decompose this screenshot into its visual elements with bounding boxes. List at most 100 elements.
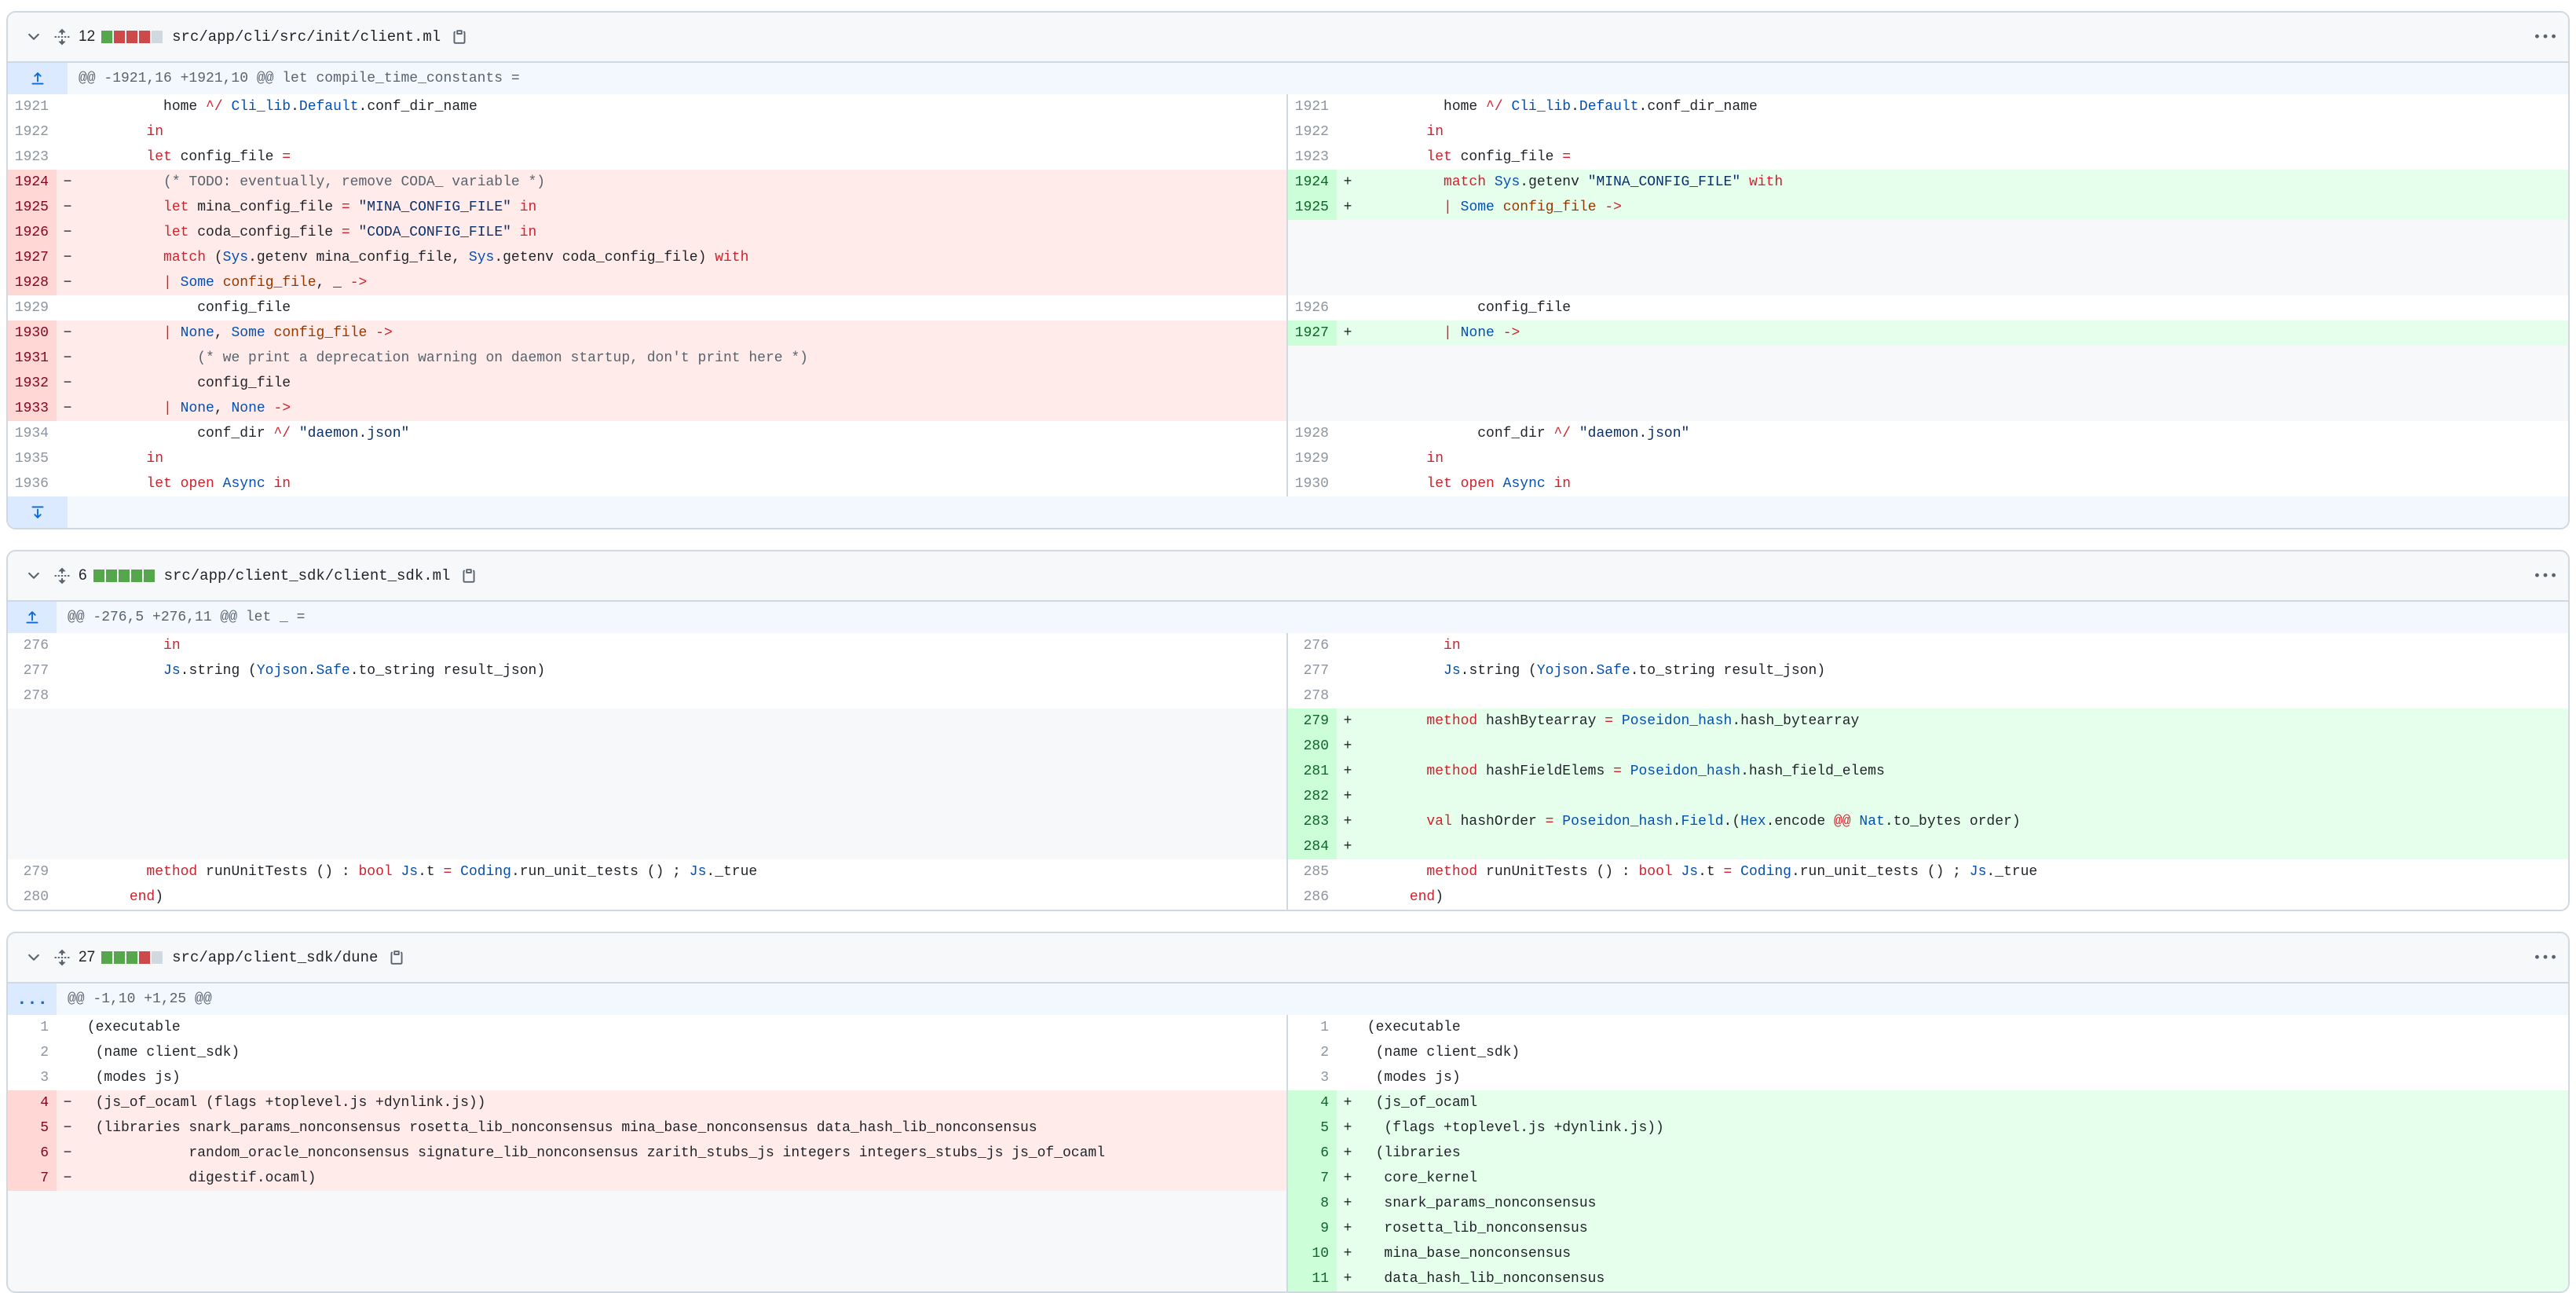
line-number[interactable]: 1922	[8, 119, 57, 145]
line-number[interactable]: 1923	[8, 145, 57, 170]
line-number[interactable]: 5	[1288, 1115, 1337, 1141]
line-number[interactable]: 1925	[8, 195, 57, 220]
line-number[interactable]: 1921	[1288, 94, 1337, 119]
addition-marker: +	[1343, 839, 1352, 855]
line-number[interactable]: 278	[8, 683, 57, 709]
line-number[interactable]: 284	[1288, 834, 1337, 859]
code-text: (modes js)	[79, 1070, 181, 1086]
diff-row: 1936 let open Async in 1930 let open Asyn…	[8, 471, 2568, 496]
kebab-icon[interactable]	[2535, 947, 2556, 968]
diff-row: 278 278	[8, 683, 2568, 709]
file-path[interactable]: src/app/client_sdk/client_sdk.ml	[164, 567, 451, 584]
unfold-icon[interactable]	[53, 28, 71, 46]
line-number[interactable]: 5	[8, 1115, 57, 1141]
chevron-down-icon[interactable]	[25, 28, 42, 46]
line-number[interactable]: 276	[8, 633, 57, 658]
line-number[interactable]: 7	[1288, 1166, 1337, 1191]
line-number[interactable]: 276	[1288, 633, 1337, 658]
line-number[interactable]: 1	[8, 1015, 57, 1040]
line-number[interactable]: 278	[1288, 683, 1337, 709]
line-number[interactable]: 8	[1288, 1191, 1337, 1216]
line-number[interactable]: 1928	[8, 270, 57, 295]
chevron-down-icon[interactable]	[25, 567, 42, 584]
addition-marker: +	[1343, 738, 1352, 754]
line-number[interactable]: 1921	[8, 94, 57, 119]
line-number[interactable]: 3	[1288, 1065, 1337, 1090]
line-number[interactable]: 1922	[1288, 119, 1337, 145]
line-number[interactable]: 277	[1288, 658, 1337, 683]
code-text: in	[163, 638, 181, 654]
diff-row: 277 Js.string (Yojson.Safe.to_string res…	[8, 658, 2568, 683]
line-number[interactable]: 6	[8, 1141, 57, 1166]
line-number[interactable]: 2	[1288, 1040, 1337, 1065]
copy-icon[interactable]	[389, 950, 404, 965]
line-number[interactable]: 281	[1288, 759, 1337, 784]
file-path[interactable]: src/app/client_sdk/dune	[172, 949, 378, 966]
unfold-icon[interactable]	[53, 949, 71, 966]
unfold-icon[interactable]	[53, 567, 71, 584]
line-number[interactable]: 1928	[1288, 421, 1337, 446]
line-number[interactable]: 1935	[8, 446, 57, 471]
left-line: 1925− let mina_config_file = "MINA_CONFI…	[8, 195, 1288, 220]
diff-row: 1925− let mina_config_file = "MINA_CONFI…	[8, 195, 2568, 220]
line-number[interactable]: 1926	[1288, 295, 1337, 321]
line-number[interactable]: 1930	[1288, 471, 1337, 496]
line-number[interactable]: 9	[1288, 1216, 1337, 1241]
expand-all-icon[interactable]: ...	[8, 983, 57, 1015]
right-line: 4 + (js_of_ocaml	[1288, 1090, 2568, 1115]
line-number[interactable]: 1929	[1288, 446, 1337, 471]
line-number[interactable]: 1929	[8, 295, 57, 321]
line-number[interactable]: 280	[1288, 734, 1337, 759]
line-number[interactable]: 4	[1288, 1090, 1337, 1115]
line-number[interactable]: 3	[8, 1065, 57, 1090]
line-number[interactable]: 1934	[8, 421, 57, 446]
expand-up-icon[interactable]	[8, 63, 68, 94]
line-number[interactable]: 1927	[8, 245, 57, 270]
code-text: (js_of_ocaml	[1359, 1095, 1478, 1111]
code-text: in	[1444, 638, 1461, 654]
line-number[interactable]: 10	[1288, 1241, 1337, 1266]
line-number[interactable]: 279	[8, 859, 57, 885]
file-path[interactable]: src/app/cli/src/init/client.ml	[172, 28, 441, 46]
line-number[interactable]: 6	[1288, 1141, 1337, 1166]
kebab-icon[interactable]	[2535, 566, 2556, 586]
line-number[interactable]: 1931	[8, 346, 57, 371]
line-number[interactable]: 283	[1288, 809, 1337, 834]
line-number[interactable]: 1924	[8, 170, 57, 195]
line-number[interactable]: 1932	[8, 371, 57, 396]
line-number[interactable]: 1926	[8, 220, 57, 245]
context-marker	[1337, 119, 1359, 145]
kebab-icon[interactable]	[2535, 27, 2556, 47]
line-number[interactable]: 7	[8, 1166, 57, 1191]
line-number[interactable]: 277	[8, 658, 57, 683]
line-number[interactable]: 280	[8, 885, 57, 910]
line-number[interactable]: 1	[1288, 1015, 1337, 1040]
line-number[interactable]: 1923	[1288, 145, 1337, 170]
file-diff: 27 src/app/client_sdk/dune ... @@ -1,10 +…	[6, 932, 2570, 1293]
line-number[interactable]: 1927	[1288, 321, 1337, 346]
line-number[interactable]: 1925	[1288, 195, 1337, 220]
left-line: 1921 home ^/ Cli_lib.Default.conf_dir_na…	[8, 94, 1288, 119]
expand-up-icon[interactable]	[8, 602, 57, 633]
copy-icon[interactable]	[452, 29, 467, 45]
line-number[interactable]: 1924	[1288, 170, 1337, 195]
context-marker	[1337, 859, 1359, 885]
line-number[interactable]: 4	[8, 1090, 57, 1115]
chevron-down-icon[interactable]	[25, 949, 42, 966]
line-number[interactable]: 286	[1288, 885, 1337, 910]
expand-down-icon[interactable]	[8, 496, 68, 528]
line-number[interactable]: 1933	[8, 396, 57, 421]
right-line: 1929 in	[1288, 446, 2568, 471]
copy-icon[interactable]	[461, 568, 477, 584]
line-number[interactable]: 1936	[8, 471, 57, 496]
line-number[interactable]: 2	[8, 1040, 57, 1065]
line-number[interactable]: 279	[1288, 709, 1337, 734]
line-number[interactable]: 282	[1288, 784, 1337, 809]
diffstat-block	[114, 951, 126, 964]
line-number[interactable]: 285	[1288, 859, 1337, 885]
right-line: 1928 conf_dir ^/ "daemon.json"	[1288, 421, 2568, 446]
addition-marker: +	[1343, 789, 1352, 804]
line-number[interactable]: 11	[1288, 1266, 1337, 1291]
context-marker	[57, 295, 79, 321]
line-number[interactable]: 1930	[8, 321, 57, 346]
